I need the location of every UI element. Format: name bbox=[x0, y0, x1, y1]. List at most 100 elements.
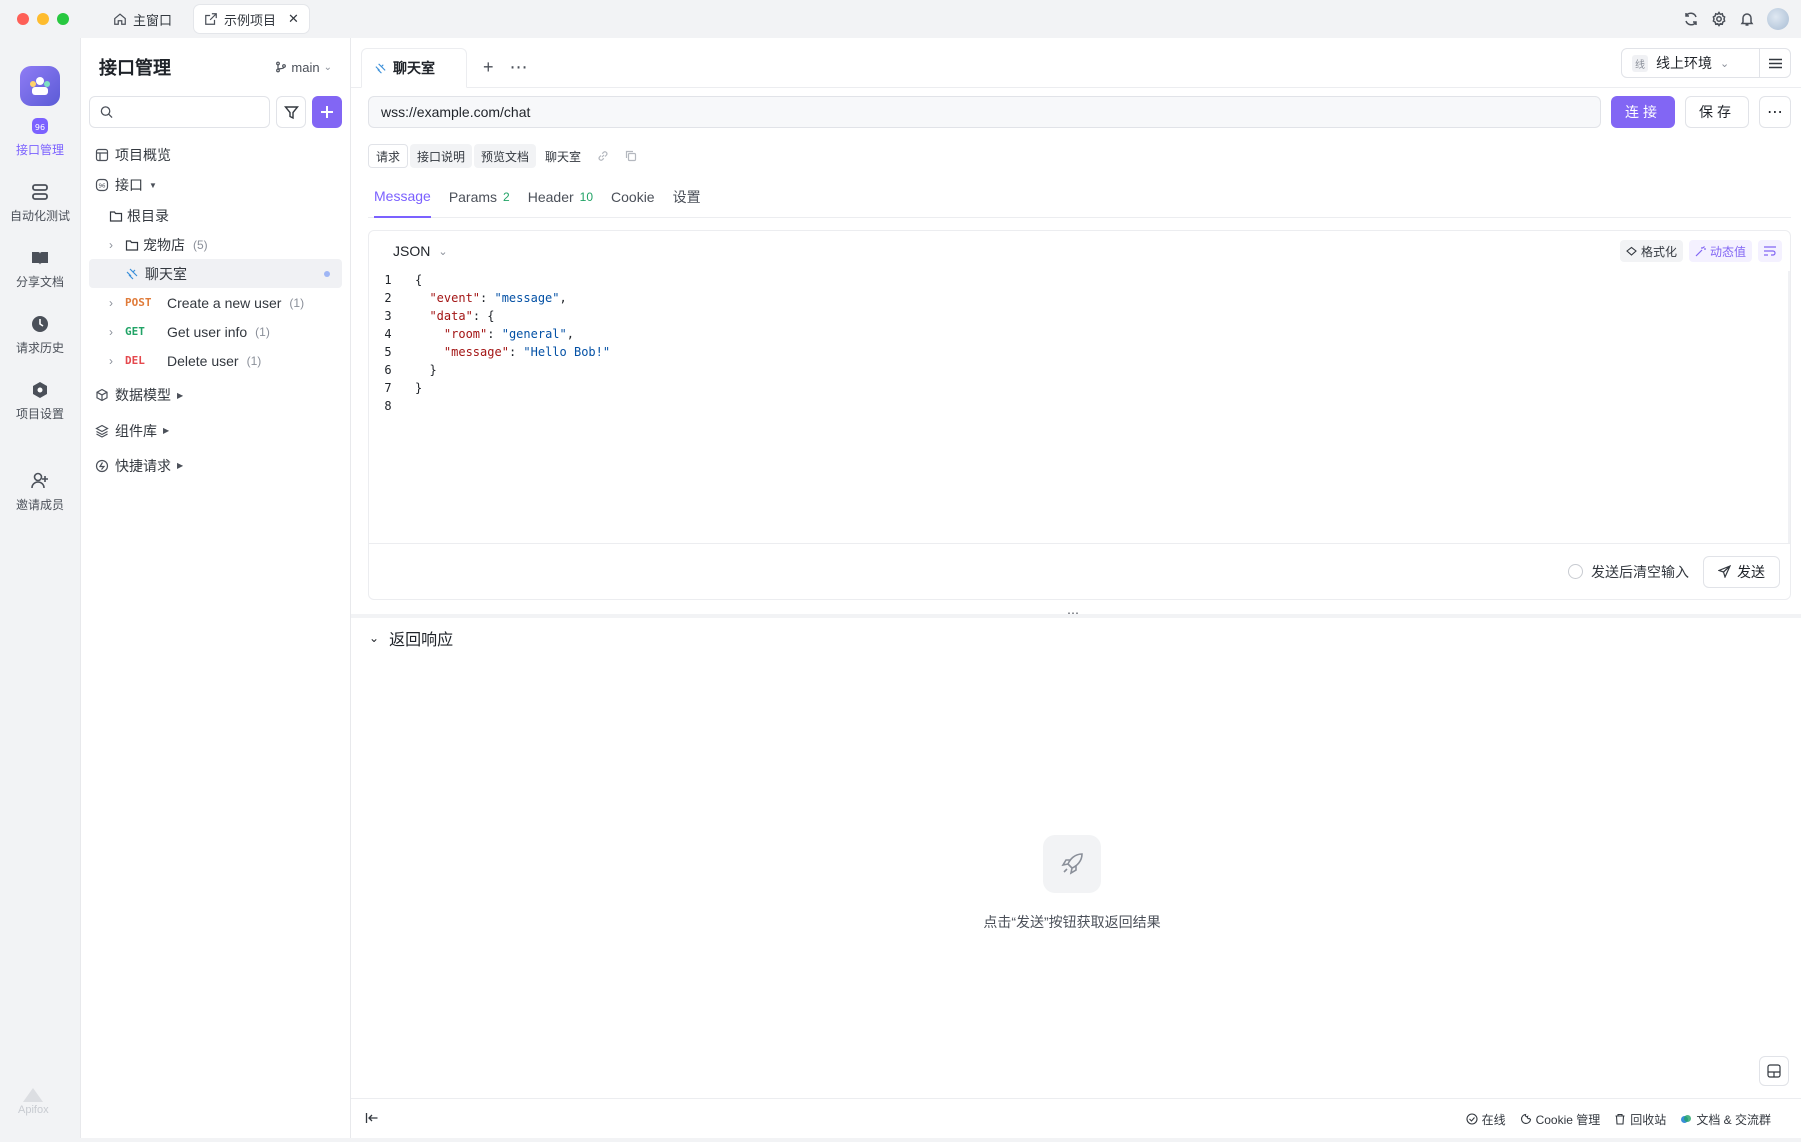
save-button[interactable]: 保存 bbox=[1685, 96, 1749, 128]
copy-link-button[interactable] bbox=[590, 144, 616, 168]
close-window-button[interactable] bbox=[17, 13, 29, 25]
tab-message[interactable]: Message bbox=[374, 176, 431, 218]
tab-header[interactable]: Header 10 bbox=[528, 176, 593, 218]
language-select[interactable]: JSON ⌄ bbox=[393, 243, 448, 259]
rail-item-automated-tests[interactable]: 自动化测试 bbox=[0, 182, 80, 224]
tabs-more-button[interactable]: ⋯ bbox=[510, 47, 528, 87]
user-avatar[interactable] bbox=[1767, 8, 1789, 30]
project-logo-icon[interactable] bbox=[20, 66, 60, 106]
tab-preview-doc[interactable]: 预览文档 bbox=[474, 144, 537, 168]
gear-icon[interactable] bbox=[1711, 11, 1727, 27]
layers-icon bbox=[95, 424, 109, 438]
checkbox-box[interactable] bbox=[1568, 564, 1583, 579]
tab-label: Cookie bbox=[611, 189, 655, 205]
sidebar-header: 接口管理 main ⌄ bbox=[81, 38, 350, 96]
endpoint-name: Delete user bbox=[167, 352, 239, 369]
sidebar-toolbar bbox=[81, 96, 350, 128]
zoom-window-button[interactable] bbox=[57, 13, 69, 25]
tree-item-quick-requests[interactable]: 快捷请求 ▶ bbox=[81, 448, 350, 483]
tree-item-chatroom[interactable]: 聊天室 bbox=[89, 259, 342, 288]
method-badge: GET bbox=[125, 325, 145, 338]
layout-icon bbox=[95, 148, 109, 161]
tree-item-overview[interactable]: 项目概览 bbox=[81, 140, 350, 169]
tab-settings[interactable]: 设置 bbox=[673, 176, 701, 218]
editor-tools: 格式化 动态值 bbox=[1619, 240, 1782, 262]
tab-chatroom[interactable]: 聊天室 bbox=[361, 48, 467, 88]
url-row: wss://example.com/chat 连接 保存 ⋯ bbox=[368, 96, 1791, 132]
drag-handle-icon[interactable]: ⋯ bbox=[1067, 606, 1079, 620]
home-tab-label: 主窗口 bbox=[133, 12, 173, 28]
tree-item-folder[interactable]: › 宠物店 (5) bbox=[81, 230, 350, 259]
rail-item-label: 邀请成员 bbox=[15, 498, 64, 512]
code-line: 6 } bbox=[369, 361, 1788, 379]
tree-item-endpoint[interactable]: › DEL Delete user (1) bbox=[81, 346, 350, 375]
collapse-sidebar-button[interactable] bbox=[365, 1111, 379, 1128]
tree-item-endpoint[interactable]: › POST Create a new user (1) bbox=[81, 288, 350, 317]
search-input[interactable] bbox=[119, 104, 259, 120]
chevron-down-icon: ⌄ bbox=[1720, 57, 1730, 70]
tree-item-components[interactable]: 组件库 ▶ bbox=[81, 413, 350, 448]
rail-item-label: 接口管理 bbox=[15, 143, 64, 157]
add-button[interactable] bbox=[312, 96, 342, 128]
connect-button[interactable]: 连接 bbox=[1611, 96, 1675, 128]
rail-item-project-settings[interactable]: 项目设置 bbox=[0, 380, 80, 422]
tree-item-data-models[interactable]: 数据模型 ▶ bbox=[81, 377, 350, 413]
status-items: 在线 Cookie 管理 回收站 文档 & 交流群 bbox=[1466, 1099, 1771, 1139]
tab-request[interactable]: 请求 bbox=[368, 144, 409, 168]
environment-menu-button[interactable] bbox=[1760, 58, 1790, 69]
docs-community-button[interactable]: 文档 & 交流群 bbox=[1680, 1111, 1771, 1128]
search-field[interactable] bbox=[89, 96, 270, 128]
environment-select[interactable]: 线 线上环境 ⌄ bbox=[1622, 49, 1760, 77]
tab-label: 聊天室 bbox=[393, 60, 435, 76]
endpoint-count: (1) bbox=[246, 353, 262, 368]
branch-icon bbox=[276, 61, 287, 73]
lightning-icon bbox=[95, 459, 109, 472]
tab-params[interactable]: Params 2 bbox=[449, 176, 510, 218]
format-button[interactable]: 格式化 bbox=[1619, 240, 1683, 262]
checkbox-label: 发送后清空输入 bbox=[1591, 563, 1689, 580]
tree-item-endpoint[interactable]: › GET Get user info (1) bbox=[81, 317, 350, 346]
rail-item-request-history[interactable]: 请求历史 bbox=[0, 314, 80, 356]
clear-after-send-checkbox[interactable]: 发送后清空输入 bbox=[1568, 562, 1689, 582]
branch-selector[interactable]: main ⌄ bbox=[275, 60, 332, 75]
filter-button[interactable] bbox=[276, 96, 307, 128]
tab-cookie[interactable]: Cookie bbox=[611, 176, 655, 218]
bell-icon[interactable] bbox=[1739, 11, 1755, 27]
rail-item-invite-members[interactable]: 邀请成员 bbox=[0, 471, 80, 513]
new-tab-button[interactable]: + bbox=[483, 47, 494, 87]
external-link-icon bbox=[205, 13, 217, 25]
copy-button[interactable] bbox=[618, 144, 644, 168]
response-header[interactable]: ⌄ 返回响应 bbox=[369, 626, 453, 650]
chevron-right-icon: › bbox=[109, 353, 113, 368]
tab-api-doc[interactable]: 接口说明 bbox=[410, 144, 473, 168]
project-tab-label: 示例项目 bbox=[224, 12, 277, 28]
online-status[interactable]: 在线 bbox=[1466, 1111, 1506, 1128]
project-window-tab[interactable]: 示例项目 ✕ bbox=[194, 5, 309, 33]
settings-hex-icon bbox=[33, 382, 47, 398]
close-tab-icon[interactable]: ✕ bbox=[288, 11, 299, 27]
minimize-window-button[interactable] bbox=[37, 13, 49, 25]
refresh-icon[interactable] bbox=[1683, 11, 1699, 27]
code-editor[interactable]: 1{2 "event": "message", 3 "data": {4 "roo… bbox=[369, 271, 1790, 543]
more-actions-button[interactable]: ⋯ bbox=[1759, 96, 1791, 128]
message-editor: JSON ⌄ 格式化 动态值 1{2 "event": "message", 3 … bbox=[368, 230, 1791, 600]
send-button[interactable]: 发送 bbox=[1703, 555, 1780, 588]
rail-item-api-management[interactable]: 96 接口管理 bbox=[0, 116, 80, 158]
dynamic-value-button[interactable]: 动态值 bbox=[1688, 240, 1752, 262]
svg-text:96: 96 bbox=[99, 184, 106, 190]
layout-toggle-button[interactable] bbox=[1759, 1056, 1789, 1086]
home-window-tab[interactable]: 主窗口 bbox=[103, 5, 182, 33]
url-input[interactable]: wss://example.com/chat bbox=[368, 96, 1601, 128]
tree-item-root-dir[interactable]: 根目录 bbox=[81, 201, 350, 230]
wrap-toggle-button[interactable] bbox=[1758, 240, 1782, 262]
api-tree: 项目概览 96 接口 ▼ 根目录 › 宠物店 (5) 聊天室 › POST Cr… bbox=[81, 140, 350, 483]
method-badge: DEL bbox=[125, 354, 145, 367]
rail-item-share-docs[interactable]: 分享文档 bbox=[0, 248, 80, 290]
brand-mark: Apifox bbox=[18, 1086, 49, 1116]
code-line: 5 "message": "Hello Bob!" bbox=[369, 343, 1788, 361]
response-title: 返回响应 bbox=[389, 632, 454, 649]
line-number: 7 bbox=[384, 381, 392, 395]
cookie-manager-button[interactable]: Cookie 管理 bbox=[1520, 1111, 1600, 1128]
tree-item-api-root[interactable]: 96 接口 ▼ bbox=[81, 169, 350, 201]
trash-button[interactable]: 回收站 bbox=[1614, 1111, 1666, 1128]
